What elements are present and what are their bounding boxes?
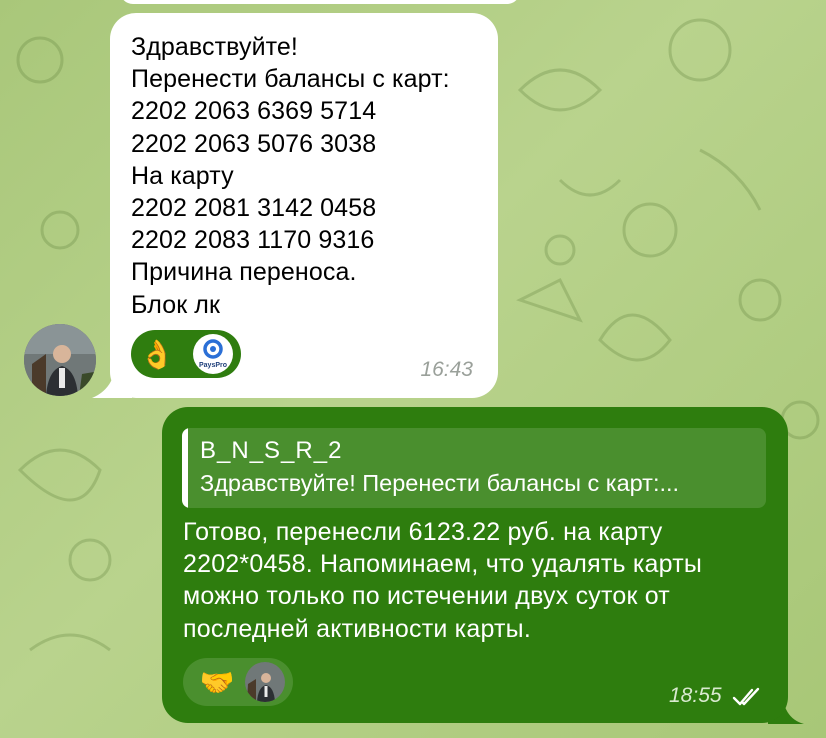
payspro-avatar-icon[interactable]: PaysPro — [193, 334, 233, 374]
svg-text:PaysPro: PaysPro — [199, 362, 227, 369]
outgoing-message-bubble[interactable]: B_N_S_R_2 Здравствуйте! Перенести баланс… — [162, 407, 788, 723]
handshake-icon[interactable]: 🤝 — [197, 662, 237, 702]
reply-quote: Здравствуйте! Перенести балансы с карт:.… — [200, 470, 680, 496]
incoming-message-bubble[interactable]: Здравствуйте! Перенести балансы с карт: … — [110, 13, 498, 398]
incoming-message-reactions[interactable]: 👌 PaysPro — [131, 330, 241, 378]
incoming-message-text: Здравствуйте! Перенести балансы с карт: … — [131, 33, 450, 319]
previous-message-edge — [120, 0, 520, 4]
ok-hand-icon[interactable]: 👌 — [137, 334, 177, 374]
outgoing-message-reactions[interactable]: 🤝 — [183, 658, 293, 706]
reply-author: B_N_S_R_2 — [200, 437, 343, 464]
reply-accent-bar — [182, 428, 188, 508]
user-avatar-icon[interactable] — [245, 662, 285, 702]
double-check-icon — [732, 687, 760, 706]
incoming-message-time: 16:43 — [420, 358, 473, 381]
outgoing-message-text: Готово, перенесли 6123.22 руб. на карту … — [183, 518, 703, 643]
sender-avatar[interactable] — [24, 324, 96, 396]
reply-preview[interactable]: B_N_S_R_2 Здравствуйте! Перенести баланс… — [182, 428, 766, 508]
outgoing-message-time: 18:55 — [669, 684, 722, 707]
